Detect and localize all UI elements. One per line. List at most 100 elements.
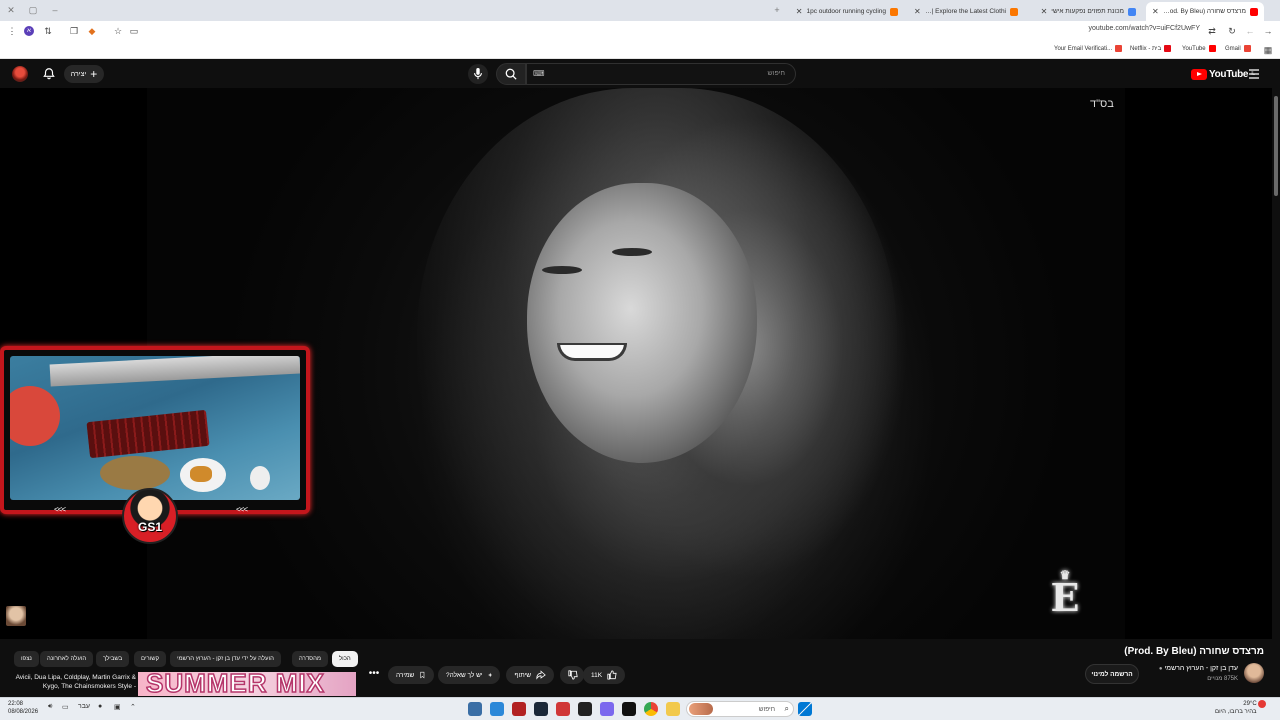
gmail-icon	[1115, 45, 1123, 52]
create-button[interactable]: יצירה +	[64, 65, 104, 83]
channel-name-row[interactable]: עדן בן זקן - הערוץ הרשמי ●	[1157, 665, 1238, 672]
maximize-window-icon[interactable]: ▢	[26, 3, 40, 17]
apps-grid-icon[interactable]: ▦	[1262, 44, 1274, 56]
microphone-tray-icon[interactable]: ●	[98, 703, 102, 710]
red-app-icon[interactable]	[556, 702, 570, 716]
url-field[interactable]: youtube.com/watch?v=uiFCf2UwFY	[1050, 25, 1200, 37]
webcam-food-bowl	[100, 456, 170, 490]
recommendation-thumbnail[interactable]: SUMMER MIX	[138, 672, 356, 696]
forward-icon[interactable]: ←	[1244, 25, 1256, 37]
brave-browser-icon[interactable]	[512, 702, 526, 716]
webcam-food	[190, 466, 212, 482]
taskbar-search-input[interactable]: חיפוש ⌕	[686, 701, 794, 717]
calculator-app-icon[interactable]	[490, 702, 504, 716]
temu-favicon-icon	[1010, 7, 1018, 16]
minimize-window-icon[interactable]: –	[48, 3, 62, 17]
network-icon[interactable]: ▭	[62, 703, 69, 711]
streamer-logo-text: GS1	[137, 520, 162, 534]
extensions-icon[interactable]: ⇅	[42, 25, 54, 37]
close-tab-icon[interactable]: ✕	[1041, 7, 1048, 16]
battery-icon[interactable]: ▣	[114, 703, 121, 711]
channel-avatar[interactable]	[1244, 663, 1264, 683]
notifications-bell-icon[interactable]	[42, 67, 56, 81]
video-player[interactable]: בס"ד ♛ E <<< <<< GS1	[0, 88, 1280, 639]
youtube-logo[interactable]: YouTube IL	[1191, 67, 1255, 81]
chrome-app-icon[interactable]	[644, 702, 658, 716]
back-icon[interactable]: →	[1262, 25, 1274, 37]
chip-watched[interactable]: נצפו	[14, 651, 39, 667]
chip-uploaded-by-channel[interactable]: הועלה על ידי עדן בן זקן - הערוץ הרשמי	[170, 651, 281, 667]
crown-icon: ♛	[1059, 568, 1071, 582]
file-explorer-icon[interactable]	[666, 702, 680, 716]
close-tab-icon[interactable]: ✕	[914, 7, 921, 16]
new-tab-button[interactable]: +	[770, 3, 784, 17]
webcam-desk-scene	[10, 356, 300, 500]
chip-related[interactable]: קשורים	[134, 651, 167, 667]
reload-icon[interactable]: ↻	[1226, 25, 1238, 37]
windows-start-icon[interactable]	[798, 702, 812, 716]
like-count[interactable]: 11K	[591, 672, 602, 679]
search-placeholder: חיפוש	[767, 70, 785, 77]
recommendation-title[interactable]: Avicii, Dua Lipa, Coldplay, Martin Garri…	[8, 673, 136, 691]
browser-tab-active[interactable]: מרצדס שחורה (Prod. By Bleu) ✕	[1146, 2, 1264, 21]
thumbs-up-icon[interactable]	[607, 670, 617, 680]
share-arrow-icon	[536, 670, 546, 680]
share-label: שיתוף	[514, 671, 531, 679]
netflix-icon	[1164, 45, 1172, 52]
weather-widget[interactable]: 29°C בהיר ברובו, היום	[1215, 700, 1257, 716]
system-clock[interactable]: 22:08 08/08/2026	[8, 700, 38, 716]
thumbnail-text: SUMMER MIX	[145, 672, 325, 696]
account-avatar[interactable]	[12, 66, 28, 82]
browser-tab[interactable]: מכונת תפוזים נפקעות אישי ✕	[1028, 2, 1142, 21]
bookmark-star-icon[interactable]: ☆	[112, 25, 124, 37]
chip-all[interactable]: הכול	[332, 651, 358, 667]
profile-avatar-icon[interactable]: א	[24, 26, 34, 36]
weather-alert-icon[interactable]	[1258, 700, 1266, 708]
channel-crest-logo: ♛ E	[1040, 566, 1090, 628]
dislike-button[interactable]	[560, 666, 584, 684]
subscribe-button[interactable]: הרשמה למינוי	[1085, 664, 1139, 684]
bookmark-youtube[interactable]: YouTube	[1182, 45, 1216, 52]
speaker-icon[interactable]: 🔊︎	[48, 703, 52, 711]
settings-gear-icon[interactable]	[468, 702, 482, 716]
show-hidden-icons-icon[interactable]: ⌃	[130, 703, 136, 711]
ask-ai-button[interactable]: יש לך שאלה?	[438, 666, 500, 684]
gmail-icon	[1243, 45, 1251, 52]
site-settings-icon[interactable]: ⇄	[1206, 25, 1218, 37]
github-app-icon[interactable]	[622, 702, 636, 716]
voice-search-mic-icon[interactable]	[468, 64, 488, 84]
more-actions-icon[interactable]: •••	[366, 669, 382, 682]
save-button[interactable]: שמירה	[388, 666, 434, 684]
plus-icon: +	[90, 67, 98, 81]
chip-for-you[interactable]: בשבילך	[96, 651, 130, 667]
close-tab-icon[interactable]: ✕	[796, 7, 803, 16]
search-input[interactable]: ⌨ חיפוש	[526, 63, 796, 85]
search-button[interactable]	[496, 63, 526, 85]
keyboard-icon[interactable]: ⌨	[533, 69, 545, 79]
chip-from-series[interactable]: מהסדרה	[292, 651, 329, 667]
bookmark-netflix[interactable]: Netflix - בית	[1130, 45, 1172, 52]
tab-label: מרצדס שחורה (Prod. By Bleu)	[1163, 8, 1246, 15]
video-subject-eye	[612, 248, 652, 256]
mini-channel-avatar	[6, 606, 26, 626]
close-tab-icon[interactable]: ✕	[1152, 7, 1159, 16]
terminal-app-icon[interactable]	[578, 702, 592, 716]
browser-tab[interactable]: 1pc outdoor running cycling ✕	[788, 2, 904, 21]
bookmark-gmail[interactable]: Gmail	[1225, 45, 1251, 52]
bookmark-email-verification[interactable]: Your Email Verificati...	[1054, 45, 1123, 52]
more-menu-icon[interactable]: ⋮	[6, 25, 18, 37]
close-window-icon[interactable]: ✕	[4, 3, 18, 17]
channel-name[interactable]: עדן בן זקן - הערוץ הרשמי	[1164, 665, 1238, 672]
share-button[interactable]: שיתוף	[506, 666, 554, 684]
steam-app-icon[interactable]	[534, 702, 548, 716]
screen-share-icon[interactable]: ▭	[128, 25, 140, 37]
chip-recently-uploaded[interactable]: הועלה לאחרונה	[40, 651, 94, 667]
language-indicator[interactable]: עבר	[78, 703, 90, 710]
bookmark-label: Gmail	[1225, 45, 1241, 52]
hamburger-menu-icon[interactable]	[1248, 68, 1260, 80]
puzzle-icon[interactable]: ❐	[68, 25, 80, 37]
scrollbar-thumb[interactable]	[1274, 96, 1278, 196]
discord-app-icon[interactable]	[600, 702, 614, 716]
metamask-icon[interactable]: ◆	[86, 25, 98, 37]
browser-tab[interactable]: Temu | Explore the Latest Clothi ✕	[908, 2, 1024, 21]
